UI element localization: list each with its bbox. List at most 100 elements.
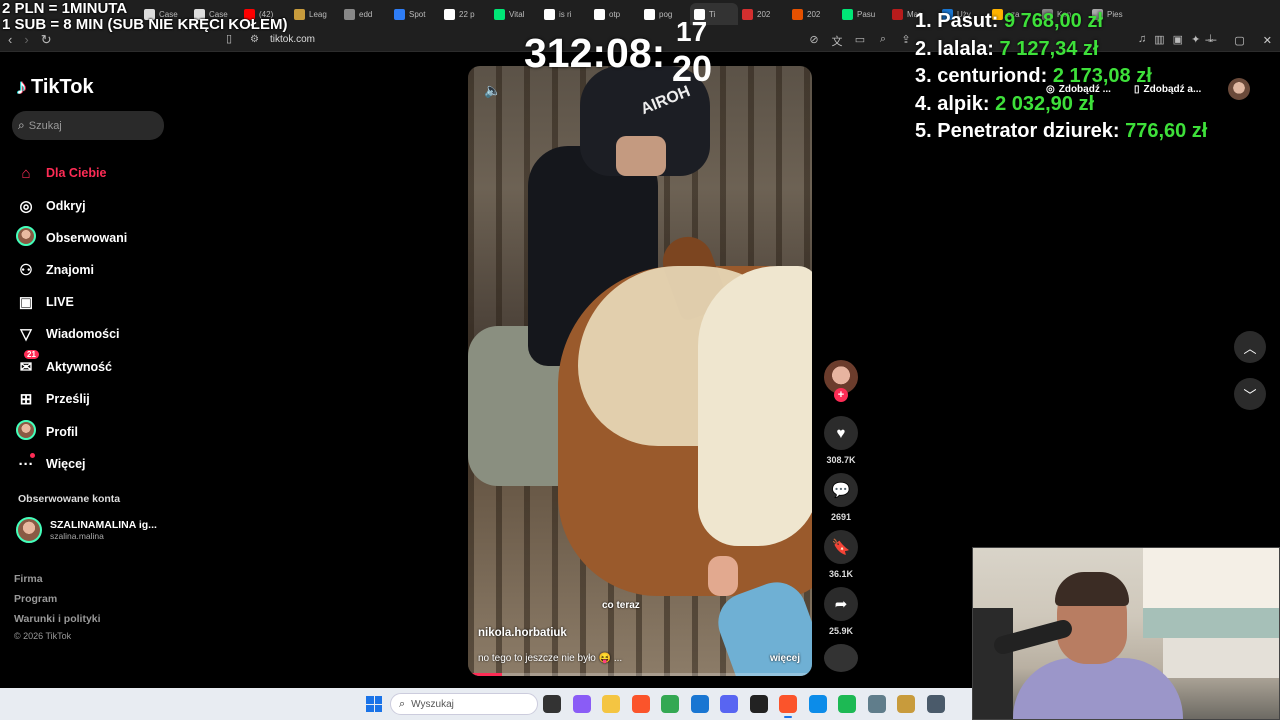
search-box[interactable]: ⌕ [12,111,164,140]
back-icon[interactable]: ‹ [8,32,12,48]
browser-tab[interactable]: Spot [390,3,440,25]
video-author[interactable]: nikola.horbatiuk [478,627,567,639]
footer-link-firma[interactable]: Firma [14,573,43,585]
sidebar-item-prześlij[interactable]: ⊞ Prześlij [16,389,90,409]
follow-plus-icon[interactable]: + [834,388,848,402]
leaderboard-amount: 776,60 zł [1125,120,1208,142]
close-window-icon[interactable]: ✕ [1263,34,1272,47]
site-info-icon[interactable]: ⚙ [250,34,259,45]
browser-tab[interactable]: edd [340,3,390,25]
tab-label: Leag [309,9,327,19]
sidebar-item-profil[interactable]: Profil [16,420,78,442]
chrome-icon[interactable] [661,695,679,713]
share-arrow-icon[interactable]: ➦ [824,587,858,621]
sidebar-item-wiadomości[interactable]: ▽ Wiadomości [16,324,119,344]
sidebar-item-dla-ciebie[interactable]: ⌂ Dla Ciebie [16,163,106,183]
like-icon[interactable]: ♥ [824,416,858,450]
store-icon[interactable] [690,695,709,713]
sidebar-item-więcej[interactable]: ··· Więcej [16,452,86,474]
leaderboard-row: 3. centuriond: 2 173,08 zł [915,63,1207,91]
brave-active-icon[interactable] [779,695,797,718]
tab-label: 202 [757,9,771,19]
url-field[interactable]: tiktok.com [270,34,315,45]
sidebar-item-live[interactable]: ▣ LIVE [16,292,74,312]
chevron-up-icon[interactable]: ︿ [1234,331,1266,363]
more-icon: ··· [16,452,36,473]
browser-tab[interactable]: Vital [490,3,540,25]
bookmark-icon[interactable]: ▯ [226,32,232,45]
browser-tab[interactable]: Pasu [838,3,888,25]
leaderboard-name: Penetrator dziurek: [937,120,1120,142]
sidebar-item-odkryj[interactable]: ◎ Odkryj [16,196,85,216]
leaderboard-rank: 4. [915,92,932,115]
file-explorer-icon[interactable] [602,695,620,713]
copilot-icon[interactable] [572,695,591,713]
zoom-icon[interactable]: ⌕ [877,33,889,49]
bookmark-save-icon[interactable]: 🔖 [824,530,858,564]
league-icon[interactable] [897,695,915,713]
leaderboard-amount: 7 127,34 zł [999,37,1099,60]
browser-tab[interactable]: Leag [290,3,340,25]
sidebar-item-obserwowani[interactable]: Obserwowani [16,226,127,248]
save-count: 36.1K [828,569,854,579]
app-icon[interactable] [749,695,768,713]
edge-icon[interactable] [808,695,827,713]
search-icon: ⌕ [399,697,406,710]
browser-tab[interactable]: otp [590,3,640,25]
video-progress-bar[interactable] [468,673,812,676]
compass-icon: ◎ [19,198,33,215]
screen-icon[interactable]: ▭ [854,33,866,49]
taskbar-search[interactable]: ⌕ [390,693,538,715]
sidebar-item-label: Prześlij [46,392,90,406]
search-input[interactable] [28,119,149,132]
leaderboard-rank: 3. [915,65,932,87]
video-caption-text: co teraz [602,600,640,611]
extension-icon[interactable]: ⊘ [808,33,820,49]
spotify-icon[interactable] [838,695,856,713]
chevron-down-icon[interactable]: ﹀ [1234,378,1266,410]
volume-icon[interactable]: 🔈 [484,82,501,99]
calculator-icon[interactable] [926,695,945,713]
task-view-icon[interactable] [543,695,561,713]
tiktok-logo[interactable]: ♪ TikTok [16,74,94,100]
video-player[interactable]: AIROH 🔈 co teraz nikola.horbatiuk no teg… [468,66,812,676]
tab-favicon-icon [594,8,605,20]
tab-favicon-icon [394,8,405,20]
tiktok-sidebar: ♪ TikTok ⌕ ⌂ Dla Ciebie ◎ Odkryj Obserwowani… [0,52,180,688]
comment-icon[interactable]: 💬 [824,473,858,507]
notification-badge: 21 [24,350,39,359]
sidebar-item-aktywność[interactable]: ✉ 21 Aktywność [16,350,112,377]
footer-link-program[interactable]: Program [14,593,57,605]
sidebar-item-label: Więcej [46,457,86,471]
translate-icon[interactable]: 文 [831,33,843,49]
browser-tab[interactable]: 202 [738,3,788,25]
tab-favicon-icon [444,8,455,20]
maximize-icon[interactable]: ▢ [1234,34,1244,47]
more-link[interactable]: więcej [770,653,800,664]
browser-tab[interactable]: 22 p [440,3,490,25]
taskbar-search-input[interactable] [411,698,522,710]
music-disc-icon[interactable] [824,644,858,672]
forward-icon[interactable]: › [24,32,28,48]
windows-start-icon[interactable] [366,696,382,712]
tab-favicon-icon [842,8,853,20]
browser-tab[interactable]: is ri [540,3,590,25]
profile-avatar[interactable] [1228,78,1250,100]
leaderboard-amount: 2 032,90 zł [995,92,1095,115]
settings-icon[interactable] [867,695,886,713]
browser-tab[interactable]: 202 [788,3,838,25]
sidebar-item-znajomi[interactable]: ⚇ Znajomi [16,260,94,280]
share-icon[interactable]: ⇪ [900,33,912,49]
donation-rule-1: 2 PLN = 1MINUTA [2,0,128,17]
footer-link-terms[interactable]: Warunki i polityki [14,613,101,625]
leaderboard-amount: 9 768,00 zł [1003,10,1103,32]
leaderboard-row: 4. alpik: 2 032,90 zł [915,91,1207,119]
timer-seconds: 20 [672,48,713,89]
followed-account[interactable]: SZALINAMALINA ig... szalina.malina [16,517,157,543]
tab-label: Spot [409,9,426,19]
streamer-body [1013,658,1183,719]
brave-icon[interactable] [631,695,650,713]
discord-icon[interactable] [720,695,738,713]
reload-icon[interactable]: ↻ [41,32,52,48]
copyright: © 2026 TikTok [14,631,72,641]
